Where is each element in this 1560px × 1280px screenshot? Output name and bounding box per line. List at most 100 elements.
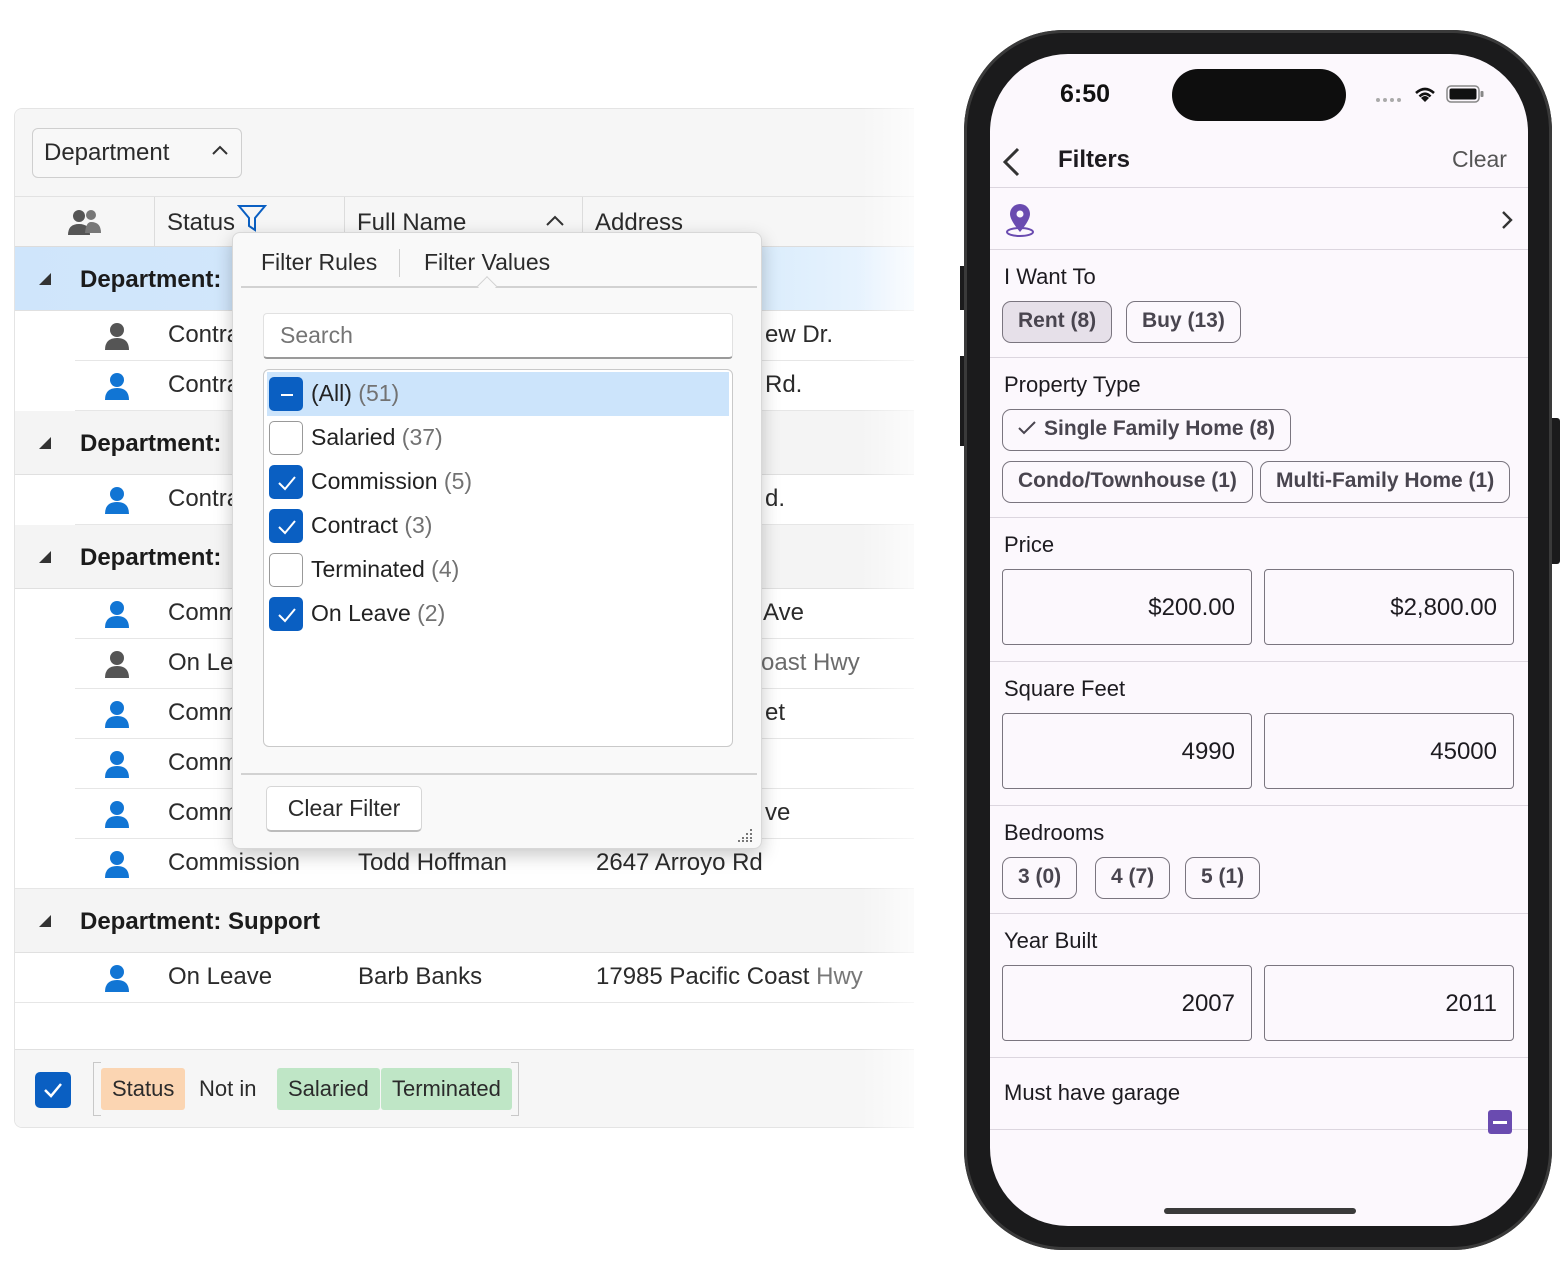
filter-operator[interactable]: Not in	[199, 1076, 256, 1102]
tab-underline	[241, 286, 757, 288]
clear-button[interactable]: Clear	[1452, 146, 1507, 173]
cell-status: Comm	[168, 599, 239, 626]
collapse-triangle-icon[interactable]	[39, 551, 51, 563]
check-icon	[44, 1083, 62, 1098]
user-blue-icon	[105, 851, 129, 878]
collapse-triangle-icon[interactable]	[39, 915, 51, 927]
chip-condo[interactable]: Condo/Townhouse (1)	[1002, 461, 1253, 503]
tab-filter-values[interactable]: Filter Values	[424, 249, 550, 276]
location-pin-icon	[1006, 204, 1034, 237]
value-count: (51)	[358, 380, 400, 406]
filter-popup: Filter Rules Filter Values (All) (51) Sa…	[232, 232, 762, 849]
value-label: Salaried	[311, 424, 396, 450]
group-label: Department:	[80, 544, 222, 571]
fade-overlay	[860, 96, 960, 1136]
chip-buy[interactable]: Buy (13)	[1126, 301, 1241, 343]
cell-status: Comm	[168, 749, 239, 776]
battery-icon	[1446, 85, 1484, 103]
user-blue-icon	[105, 801, 129, 828]
chevron-right-icon	[1502, 211, 1513, 229]
cell-address-part: 17985 Pacific Coast	[596, 963, 810, 990]
group-row[interactable]: Department: Support	[15, 889, 914, 953]
section-property-type: Property Type Single Family Home (8) Con…	[990, 358, 1528, 518]
resize-grip-icon[interactable]	[738, 827, 754, 843]
value-label: Commission	[311, 468, 438, 494]
checkbox-checked[interactable]	[269, 509, 303, 543]
header-type-column[interactable]	[15, 197, 154, 247]
cell-status: Contra	[168, 371, 241, 398]
checkbox-partial[interactable]	[269, 377, 303, 411]
filter-value-tag[interactable]: Salaried	[277, 1068, 380, 1110]
section-title: Bedrooms	[1004, 820, 1105, 845]
filter-icon[interactable]	[237, 203, 267, 233]
checkbox-checked[interactable]	[269, 465, 303, 499]
list-item[interactable]: On Leave (2)	[267, 592, 729, 636]
user-blue-icon	[105, 751, 129, 778]
year-min-field[interactable]: 2007	[1002, 965, 1252, 1041]
cell-address: 17985 Pacific Coast Hwy	[596, 963, 863, 991]
list-item-label: Contract (3)	[311, 512, 432, 539]
list-item[interactable]: Contract (3)	[267, 504, 729, 548]
collapse-triangle-icon[interactable]	[39, 273, 51, 285]
value-count: (4)	[431, 556, 460, 582]
checkbox-checked[interactable]	[269, 597, 303, 631]
clear-filter-button[interactable]: Clear Filter	[266, 786, 422, 832]
user-gray-icon	[105, 651, 129, 678]
list-item[interactable]: Terminated (4)	[267, 548, 729, 592]
page-title: Filters	[1058, 146, 1131, 173]
location-row[interactable]	[990, 189, 1528, 250]
list-item[interactable]: Salaried (37)	[267, 416, 729, 460]
header-status-label: Status	[167, 209, 236, 236]
section-title: Year Built	[1004, 928, 1098, 953]
list-item-all[interactable]: (All) (51)	[267, 372, 729, 416]
filter-enable-checkbox[interactable]	[35, 1072, 71, 1108]
section-price: Price $200.00 $2,800.00	[990, 518, 1528, 662]
phone-frame: 6:50 Filters Clear I Want To Rent (8) Bu…	[964, 30, 1552, 1250]
table-row[interactable]: On Leave Barb Banks 17985 Pacific Coast …	[15, 953, 914, 1003]
group-chip-department[interactable]: Department	[32, 128, 242, 178]
checkbox[interactable]	[269, 421, 303, 455]
chip-multi-family[interactable]: Multi-Family Home (1)	[1260, 461, 1511, 503]
tab-selected-notch	[477, 276, 497, 296]
dynamic-island	[1172, 69, 1346, 121]
value-label: On Leave	[311, 600, 411, 626]
sqft-max-field[interactable]: 45000	[1264, 713, 1514, 789]
check-icon	[278, 520, 296, 535]
filter-values-list: (All) (51) Salaried (37) Commission (5) …	[263, 369, 733, 747]
tab-filter-rules[interactable]: Filter Rules	[261, 249, 377, 276]
cell-address: d.	[765, 485, 786, 512]
filter-value-tag[interactable]: Terminated	[381, 1068, 512, 1110]
price-max-field[interactable]: $2,800.00	[1264, 569, 1514, 645]
nav-bar: Filters Clear	[990, 136, 1528, 188]
cell-address: ew Dr.	[765, 321, 834, 348]
sqft-min-field[interactable]: 4990	[1002, 713, 1252, 789]
garage-label: Must have garage	[1004, 1080, 1181, 1105]
section-title: I Want To	[1004, 264, 1096, 289]
collapse-triangle-icon[interactable]	[39, 437, 51, 449]
price-min-field[interactable]: $200.00	[1002, 569, 1252, 645]
phone-screen: 6:50 Filters Clear I Want To Rent (8) Bu…	[990, 54, 1528, 1226]
check-icon	[278, 476, 296, 491]
chip-label: Single Family Home (8)	[1044, 417, 1276, 440]
cell-status: Comm	[168, 799, 239, 826]
year-max-field[interactable]: 2011	[1264, 965, 1514, 1041]
value-count: (5)	[443, 468, 473, 494]
status-time: 6:50	[1060, 80, 1111, 108]
cell-status: On Le	[168, 649, 234, 676]
list-item[interactable]: Commission (5)	[267, 460, 729, 504]
list-item-label: Terminated (4)	[311, 556, 459, 583]
cell-address: 2647 Arroyo Rd	[596, 849, 763, 876]
cell-full-name: Barb Banks	[358, 963, 483, 990]
back-arrow-icon[interactable]	[1000, 146, 1022, 178]
chip-single-family[interactable]: Single Family Home (8)	[1002, 409, 1292, 451]
cell-status: Contra	[168, 321, 241, 348]
chip-bedrooms-3[interactable]: 3 (0)	[1002, 857, 1078, 899]
chip-bedrooms-4[interactable]: 4 (7)	[1095, 857, 1171, 899]
search-input[interactable]	[263, 313, 733, 359]
filter-field-tag[interactable]: Status	[101, 1068, 186, 1110]
chip-rent[interactable]: Rent (8)	[1002, 301, 1113, 343]
checkbox[interactable]	[269, 553, 303, 587]
garage-checkbox[interactable]	[1488, 1110, 1512, 1134]
chip-bedrooms-5[interactable]: 5 (1)	[1185, 857, 1261, 899]
section-square-feet: Square Feet 4990 45000	[990, 662, 1528, 806]
